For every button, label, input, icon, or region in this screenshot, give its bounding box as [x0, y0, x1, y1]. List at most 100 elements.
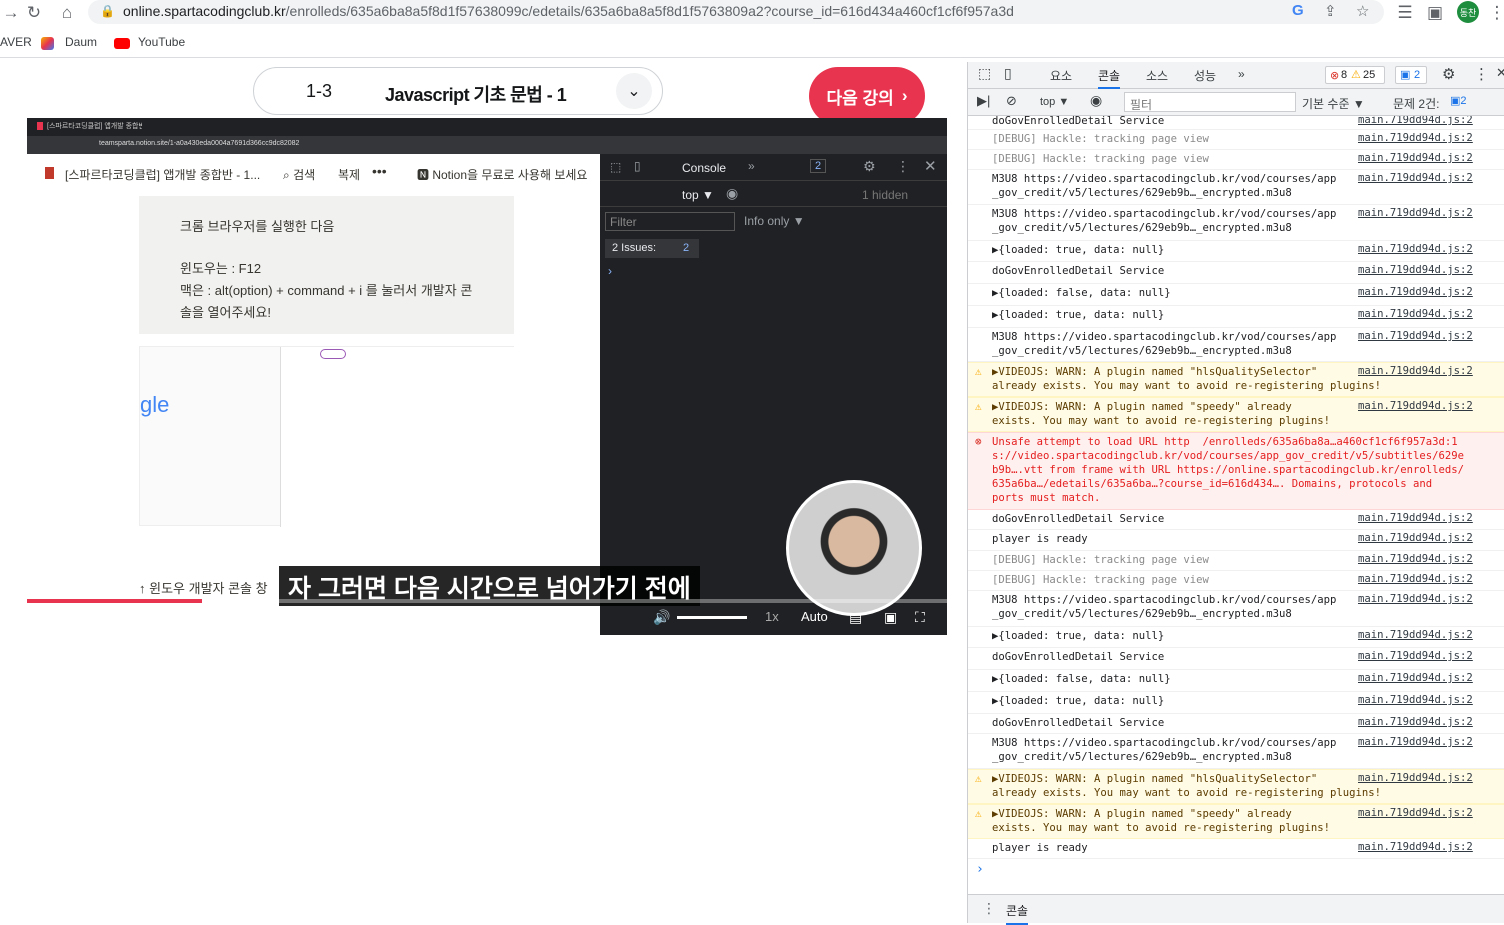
- console-message-obj[interactable]: ▶{loaded: true, data: null} main.719dd94d…: [968, 241, 1504, 262]
- source-link[interactable]: main.719dd94d.js:2: [1358, 573, 1473, 585]
- captions-icon[interactable]: ▤: [849, 609, 862, 626]
- next-lecture-button[interactable]: 다음 강의 ›: [809, 67, 925, 125]
- issues-label[interactable]: 문제 2건:: [1393, 95, 1439, 112]
- console-message-m3u8[interactable]: M3U8 https://video.spartacodingclub.kr/v…: [968, 328, 1504, 362]
- bookmark-daum[interactable]: Daum: [65, 35, 97, 49]
- console-message-warn[interactable]: ⚠ ▶VIDEOJS: WARN: A plugin named "hlsQual…: [968, 362, 1504, 397]
- lecture-selector[interactable]: 1-3 Javascript 기초 문법 - 1 ⌄: [253, 67, 663, 115]
- address-bar[interactable]: 🔒 online.spartacodingclub.kr/enrolleds/6…: [88, 0, 1384, 24]
- console-message-debug[interactable]: [DEBUG] Hackle: tracking page view main.7…: [968, 551, 1504, 571]
- side-panel-icon[interactable]: ▣: [1424, 2, 1446, 24]
- kebab-menu-icon[interactable]: ⋮: [1474, 65, 1489, 83]
- forward-icon[interactable]: →: [0, 2, 22, 24]
- console-message-log[interactable]: player is ready main.719dd94d.js:2: [968, 839, 1504, 859]
- source-link[interactable]: main.719dd94d.js:2: [1358, 650, 1473, 662]
- source-link[interactable]: main.719dd94d.js:2: [1358, 243, 1473, 255]
- source-link[interactable]: main.719dd94d.js:2: [1358, 116, 1473, 126]
- console-message-warn[interactable]: ⚠ ▶VIDEOJS: WARN: A plugin named "hlsQual…: [968, 769, 1504, 804]
- source-link[interactable]: main.719dd94d.js:2: [1358, 286, 1473, 298]
- console-message-debug[interactable]: [DEBUG] Hackle: tracking page view main.7…: [968, 571, 1504, 591]
- source-link[interactable]: main.719dd94d.js:2: [1358, 132, 1473, 144]
- inspect-icon[interactable]: ⬚: [978, 65, 991, 82]
- source-link[interactable]: main.719dd94d.js:2: [1358, 172, 1473, 184]
- source-link[interactable]: main.719dd94d.js:2: [1358, 553, 1473, 565]
- console-message-log[interactable]: doGovEnrolledDetail Service main.719dd94d…: [968, 510, 1504, 530]
- console-message-debug[interactable]: [DEBUG] Hackle: tracking page view main.7…: [968, 130, 1504, 150]
- error-warn-counter[interactable]: ⊗ 8 ⚠ 25: [1325, 66, 1385, 84]
- clear-console-icon[interactable]: ⊘: [1006, 93, 1017, 109]
- source-link[interactable]: main.719dd94d.js:2: [1358, 736, 1473, 748]
- console-message-log[interactable]: doGovEnrolledDetail Service main.719dd94d…: [968, 116, 1504, 130]
- sidebar-toggle-icon[interactable]: ▶|: [977, 93, 990, 109]
- source-link[interactable]: main.719dd94d.js:2: [1358, 807, 1473, 819]
- source-link[interactable]: main.719dd94d.js:2: [1358, 264, 1473, 276]
- console-message-log[interactable]: doGovEnrolledDetail Service main.719dd94d…: [968, 714, 1504, 734]
- profile-avatar[interactable]: 동찬: [1457, 1, 1479, 23]
- quality-button[interactable]: Auto: [801, 609, 828, 624]
- console-message-obj[interactable]: ▶{loaded: false, data: null} main.719dd94…: [968, 670, 1504, 692]
- reload-icon[interactable]: ↻: [23, 2, 45, 24]
- console-message-m3u8[interactable]: M3U8 https://video.spartacodingclub.kr/v…: [968, 170, 1504, 205]
- google-translate-icon[interactable]: G: [1292, 2, 1304, 19]
- source-link[interactable]: main.719dd94d.js:2: [1358, 532, 1473, 544]
- video-player[interactable]: [스파르타코딩클럽] 앱개발 종합반 - 1... teamsparta.not…: [27, 118, 947, 635]
- settings-gear-icon[interactable]: ⚙: [1442, 65, 1455, 83]
- source-link[interactable]: main.719dd94d.js:2: [1358, 207, 1473, 219]
- console-message-obj[interactable]: ▶{loaded: true, data: null} main.719dd94d…: [968, 627, 1504, 648]
- close-devtools-icon[interactable]: ✕: [1496, 65, 1504, 81]
- device-toggle-icon[interactable]: ▯: [1004, 65, 1012, 82]
- console-prompt[interactable]: ›: [976, 862, 984, 877]
- tab-sources[interactable]: 소스: [1146, 67, 1168, 84]
- console-message-obj[interactable]: ▶{loaded: false, data: null} main.719dd94…: [968, 284, 1504, 306]
- console-message-log[interactable]: player is ready main.719dd94d.js:2: [968, 530, 1504, 551]
- bookmark-youtube[interactable]: YouTube: [138, 35, 185, 49]
- share-icon[interactable]: ⇪: [1324, 2, 1337, 20]
- source-link[interactable]: main.719dd94d.js:2: [1358, 716, 1473, 728]
- console-message-debug[interactable]: [DEBUG] Hackle: tracking page view main.7…: [968, 150, 1504, 170]
- log-levels-dropdown[interactable]: 기본 수준 ▼: [1302, 95, 1365, 112]
- menu-icon[interactable]: ⋮: [1486, 2, 1504, 24]
- star-icon[interactable]: ☆: [1356, 2, 1369, 20]
- source-link[interactable]: main.719dd94d.js:2: [1358, 365, 1473, 377]
- console-message-log[interactable]: doGovEnrolledDetail Service main.719dd94d…: [968, 648, 1504, 670]
- chevron-down-icon[interactable]: ⌄: [616, 73, 652, 109]
- url-text[interactable]: online.spartacodingclub.kr/enrolleds/635…: [123, 3, 1014, 19]
- drawer-menu-icon[interactable]: ⋮: [982, 900, 996, 917]
- console-message-error[interactable]: ⊗ Unsafe attempt to load URL http /enroll…: [968, 432, 1504, 510]
- drawer-console-tab[interactable]: 콘솔: [1006, 902, 1029, 925]
- volume-slider[interactable]: [677, 616, 747, 619]
- console-message-m3u8[interactable]: M3U8 https://video.spartacodingclub.kr/v…: [968, 591, 1504, 627]
- source-link[interactable]: main.719dd94d.js:2: [1358, 593, 1473, 605]
- source-link[interactable]: main.719dd94d.js:2: [1358, 629, 1473, 641]
- console-message-warn[interactable]: ⚠ ▶VIDEOJS: WARN: A plugin named "speedy"…: [968, 804, 1504, 839]
- console-message-log[interactable]: doGovEnrolledDetail Service main.719dd94d…: [968, 262, 1504, 284]
- source-link[interactable]: main.719dd94d.js:2: [1358, 672, 1473, 684]
- more-tabs-icon[interactable]: »: [1238, 67, 1245, 81]
- speed-button[interactable]: 1x: [765, 609, 779, 624]
- issues-counter[interactable]: ▣ 2: [1395, 66, 1427, 84]
- source-link[interactable]: main.719dd94d.js:2: [1358, 694, 1473, 706]
- source-link[interactable]: main.719dd94d.js:2: [1358, 152, 1473, 164]
- tab-console[interactable]: 콘솔: [1098, 67, 1121, 89]
- context-selector[interactable]: top ▼: [1040, 96, 1069, 108]
- console-message-m3u8[interactable]: M3U8 https://video.spartacodingclub.kr/v…: [968, 734, 1504, 769]
- eye-icon[interactable]: ◉: [1090, 92, 1102, 109]
- source-link[interactable]: main.719dd94d.js:2: [1358, 841, 1473, 853]
- fullscreen-icon[interactable]: ⛶: [915, 609, 925, 626]
- console-filter-input[interactable]: 필터: [1124, 92, 1296, 112]
- bookmark-naver[interactable]: AVER: [0, 35, 32, 49]
- reading-list-icon[interactable]: ☰: [1394, 2, 1416, 24]
- console-message-obj[interactable]: ▶{loaded: true, data: null} main.719dd94d…: [968, 692, 1504, 714]
- play-icon[interactable]: ▶: [45, 609, 56, 626]
- pip-icon[interactable]: ▣: [884, 609, 897, 626]
- source-link[interactable]: main.719dd94d.js:2: [1358, 308, 1473, 320]
- source-link[interactable]: main.719dd94d.js:2: [1358, 330, 1473, 342]
- tab-elements[interactable]: 요소: [1050, 67, 1072, 84]
- console-message-obj[interactable]: ▶{loaded: true, data: null} main.719dd94d…: [968, 306, 1504, 328]
- console-message-warn[interactable]: ⚠ ▶VIDEOJS: WARN: A plugin named "speedy"…: [968, 397, 1504, 432]
- volume-icon[interactable]: 🔊: [653, 609, 670, 626]
- home-icon[interactable]: ⌂: [56, 2, 78, 24]
- source-link[interactable]: main.719dd94d.js:2: [1358, 512, 1473, 524]
- tab-performance[interactable]: 성능: [1194, 67, 1216, 84]
- source-link[interactable]: main.719dd94d.js:2: [1358, 772, 1473, 784]
